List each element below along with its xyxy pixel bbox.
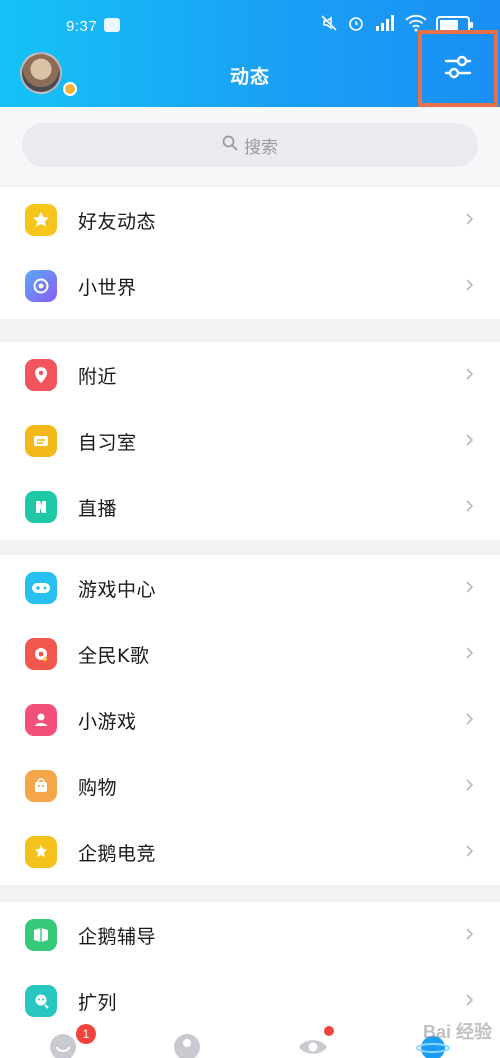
settings-button[interactable] bbox=[418, 30, 498, 107]
menu-item-label: 小世界 bbox=[78, 276, 137, 299]
menu-item-friend-feed[interactable]: 好友动态 bbox=[0, 187, 500, 253]
menu-item-make-friends[interactable]: 扩列 bbox=[0, 968, 500, 1022]
alarm-icon bbox=[347, 14, 365, 36]
menu-item-label: 好友动态 bbox=[78, 210, 157, 233]
menu-item-label: 购物 bbox=[78, 776, 118, 799]
menu-item-small-world[interactable]: 小世界 bbox=[0, 253, 500, 319]
tab-messages-icon[interactable] bbox=[46, 1030, 80, 1058]
chevron-right-icon bbox=[465, 926, 474, 945]
chevron-right-icon bbox=[465, 711, 474, 730]
status-time: 9:37 bbox=[66, 18, 98, 35]
tab-contacts-icon[interactable] bbox=[170, 1030, 204, 1058]
menu-item-esports[interactable]: 企鹅电竞 bbox=[0, 819, 500, 885]
mini-game-icon bbox=[25, 704, 57, 736]
search-area: 搜索 bbox=[0, 107, 500, 185]
menu-item-label: 全民K歌 bbox=[78, 644, 150, 667]
menu-item-label: 扩列 bbox=[78, 991, 118, 1014]
menu-group-more: 企鹅辅导 扩列 bbox=[0, 902, 500, 1022]
study-room-icon bbox=[25, 425, 57, 457]
menu-item-label: 小游戏 bbox=[78, 710, 137, 733]
menu-group-entertainment: 游戏中心 全民K歌 小游戏 购物 企鹅电竞 bbox=[0, 555, 500, 885]
live-icon bbox=[25, 491, 57, 523]
esports-icon bbox=[25, 836, 57, 868]
menu-item-nearby[interactable]: 附近 bbox=[0, 342, 500, 408]
tutoring-icon bbox=[25, 919, 57, 951]
menu-item-mini-games[interactable]: 小游戏 bbox=[0, 687, 500, 753]
chevron-right-icon bbox=[465, 277, 474, 296]
menu-item-study-room[interactable]: 自习室 bbox=[0, 408, 500, 474]
sliders-icon bbox=[443, 53, 473, 85]
notification-icon bbox=[104, 18, 120, 32]
star-icon bbox=[25, 204, 57, 236]
search-placeholder: 搜索 bbox=[244, 137, 278, 158]
chevron-right-icon bbox=[465, 366, 474, 385]
gamepad-icon bbox=[25, 572, 57, 604]
planet-icon bbox=[25, 270, 57, 302]
chevron-right-icon bbox=[465, 645, 474, 664]
menu-item-game-center[interactable]: 游戏中心 bbox=[0, 555, 500, 621]
search-input[interactable]: 搜索 bbox=[22, 123, 478, 167]
chevron-right-icon bbox=[465, 432, 474, 451]
watermark: Bai 经验 bbox=[422, 1022, 492, 1042]
menu-item-label: 游戏中心 bbox=[78, 578, 157, 601]
shopping-icon bbox=[25, 770, 57, 802]
menu-group-nearby: 附近 自习室 直播 bbox=[0, 342, 500, 540]
chevron-right-icon bbox=[465, 777, 474, 796]
app-header: 9:37 动态 bbox=[0, 0, 500, 107]
menu-group-social: 好友动态 小世界 bbox=[0, 187, 500, 319]
watch-new-dot bbox=[324, 1026, 334, 1036]
messages-unread-badge: 1 bbox=[76, 1024, 96, 1044]
menu-item-live[interactable]: 直播 bbox=[0, 474, 500, 540]
karaoke-icon bbox=[25, 638, 57, 670]
chevron-right-icon bbox=[465, 211, 474, 230]
search-icon bbox=[222, 135, 238, 156]
chevron-right-icon bbox=[465, 498, 474, 517]
menu-item-label: 附近 bbox=[78, 365, 118, 388]
chevron-right-icon bbox=[465, 579, 474, 598]
signal-icon bbox=[374, 14, 396, 36]
menu-item-label: 企鹅辅导 bbox=[78, 925, 157, 948]
mute-icon bbox=[320, 14, 338, 36]
menu-item-tutoring[interactable]: 企鹅辅导 bbox=[0, 902, 500, 968]
location-pin-icon bbox=[25, 359, 57, 391]
menu-item-label: 企鹅电竞 bbox=[78, 842, 157, 865]
menu-item-shopping[interactable]: 购物 bbox=[0, 753, 500, 819]
menu-item-label: 自习室 bbox=[78, 431, 137, 454]
chevron-right-icon bbox=[465, 843, 474, 862]
make-friends-icon bbox=[25, 985, 57, 1017]
menu-item-karaoke[interactable]: 全民K歌 bbox=[0, 621, 500, 687]
chevron-right-icon bbox=[465, 992, 474, 1011]
menu-item-label: 直播 bbox=[78, 497, 118, 520]
